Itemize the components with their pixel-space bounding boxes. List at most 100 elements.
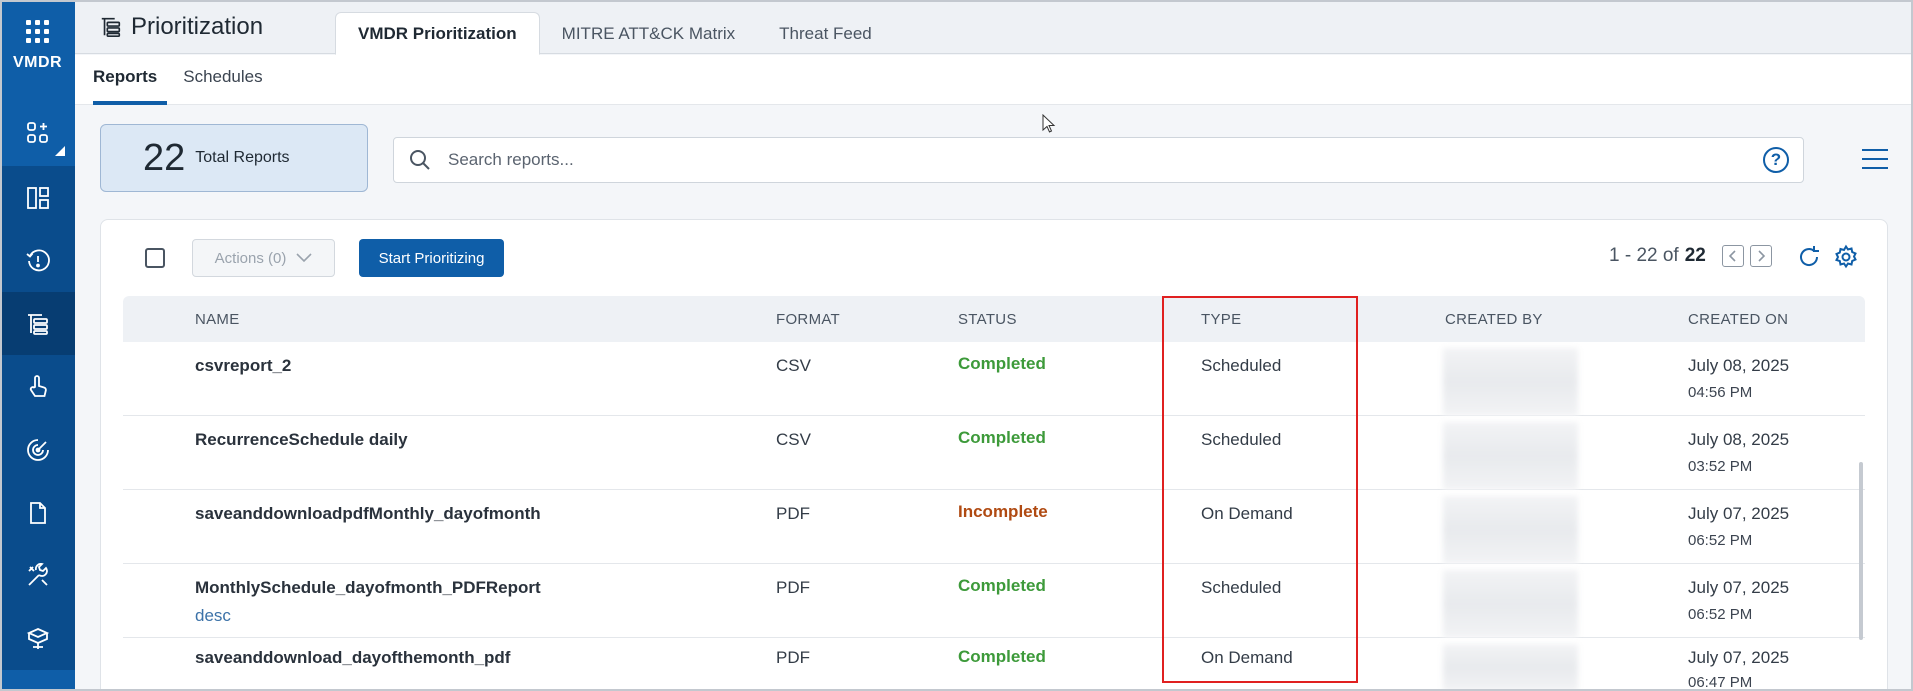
total-reports-card[interactable]: 22 Total Reports <box>100 124 368 192</box>
created-on-date: July 07, 2025 <box>1688 648 1790 667</box>
document-icon <box>29 501 46 524</box>
column-header-format[interactable]: FORMAT <box>776 311 840 328</box>
actions-label: Actions (0) <box>214 249 287 267</box>
report-status: Completed <box>958 428 1046 447</box>
created-by-redacted <box>1443 496 1578 564</box>
report-status: Completed <box>958 354 1046 373</box>
refresh-icon[interactable] <box>1796 244 1822 270</box>
pagination: 1 - 22 of 22 <box>1609 245 1772 267</box>
rail-item-package[interactable] <box>0 607 75 670</box>
report-format: CSV <box>776 356 811 375</box>
pager-range: 1 - 22 of <box>1609 245 1679 266</box>
report-name[interactable]: saveanddownloadpdfMonthly_dayofmonth <box>195 504 541 524</box>
tab-vmdr-prioritization[interactable]: VMDR Prioritization <box>335 12 540 55</box>
tab-mitre-attack-matrix[interactable]: MITRE ATT&CK Matrix <box>540 12 757 55</box>
subtab-schedules[interactable]: Schedules <box>173 55 272 105</box>
table-header: NAME FORMAT STATUS TYPE CREATED BY CREAT… <box>123 296 1865 342</box>
tab-threat-feed[interactable]: Threat Feed <box>757 12 894 55</box>
app-name-label: VMDR <box>12 54 63 71</box>
app-header: Prioritization VMDR Prioritization MITRE… <box>75 0 1913 55</box>
report-name[interactable]: RecurrenceSchedule daily <box>195 430 408 450</box>
gear-icon[interactable] <box>1833 244 1859 270</box>
sub-tabs: Reports Schedules <box>75 55 1913 105</box>
created-on-time: 06:52 PM <box>1688 532 1753 549</box>
apps-add-icon <box>26 122 48 143</box>
next-page-button[interactable] <box>1749 245 1772 267</box>
rail-item-radar[interactable] <box>0 418 75 481</box>
prioritization-icon <box>27 313 48 335</box>
report-status: Completed <box>958 647 1046 666</box>
help-icon[interactable]: ? <box>1763 147 1789 173</box>
report-format: PDF <box>776 578 810 597</box>
prioritize-clock-icon <box>25 249 50 271</box>
app-grid-icon <box>26 20 49 43</box>
page-title: Prioritization <box>99 13 263 41</box>
total-reports-count: 22 <box>143 136 186 179</box>
created-on-date: July 08, 2025 <box>1688 356 1790 375</box>
created-on-time: 03:52 PM <box>1688 458 1753 475</box>
start-prioritizing-button[interactable]: Start Prioritizing <box>359 239 504 277</box>
table-row[interactable]: MonthlySchedule_dayofmonth_PDFReport des… <box>123 564 1865 638</box>
hamburger-menu-icon[interactable] <box>1862 149 1888 169</box>
report-format: PDF <box>776 504 810 523</box>
search-icon <box>410 150 430 170</box>
column-header-status[interactable]: STATUS <box>958 311 1017 328</box>
total-reports-label: Total Reports <box>195 149 290 166</box>
type-column-highlight <box>1162 296 1358 683</box>
rail-item-prioritization[interactable] <box>0 292 75 355</box>
rail-item-dashboard[interactable] <box>0 166 75 229</box>
table-row[interactable]: saveanddownloadpdfMonthly_dayofmonth PDF… <box>123 490 1865 564</box>
column-header-created-by[interactable]: CREATED BY <box>1445 311 1543 328</box>
created-on-date: July 07, 2025 <box>1688 504 1790 523</box>
app-launcher[interactable]: VMDR <box>0 0 75 100</box>
select-all-checkbox[interactable] <box>145 248 165 268</box>
actions-dropdown[interactable]: Actions (0) <box>192 239 335 277</box>
rail-item-prioritize[interactable] <box>0 229 75 292</box>
report-name[interactable]: saveanddownload_dayofthemonth_pdf <box>195 648 510 668</box>
created-by-redacted <box>1443 348 1578 416</box>
created-on-time: 06:52 PM <box>1688 606 1753 623</box>
created-on-time: 06:47 PM <box>1688 674 1753 691</box>
created-on-time: 04:56 PM <box>1688 384 1753 401</box>
table-row[interactable]: saveanddownload_dayofthemonth_pdf PDF Co… <box>123 638 1865 691</box>
box-icon <box>26 627 49 649</box>
search-input[interactable] <box>448 150 1728 170</box>
prioritization-icon <box>101 17 121 38</box>
report-status: Completed <box>958 576 1046 595</box>
chevron-left-icon <box>1728 250 1736 262</box>
module-tabs: VMDR Prioritization MITRE ATT&CK Matrix … <box>335 12 894 55</box>
rail-item-reports[interactable] <box>0 481 75 544</box>
created-on-date: July 07, 2025 <box>1688 578 1790 597</box>
expand-triangle-icon <box>55 146 65 156</box>
rail-item-respond[interactable] <box>0 355 75 418</box>
report-name[interactable]: MonthlySchedule_dayofmonth_PDFReport <box>195 578 541 598</box>
report-format: PDF <box>776 648 810 667</box>
column-header-created-on[interactable]: CREATED ON <box>1688 311 1788 328</box>
column-header-name[interactable]: NAME <box>195 311 240 328</box>
report-status: Incomplete <box>958 502 1048 521</box>
tools-icon <box>27 562 48 586</box>
report-format: CSV <box>776 430 811 449</box>
rail-item-tools[interactable] <box>0 544 75 607</box>
subtab-reports[interactable]: Reports <box>93 55 168 105</box>
search-bar: ? <box>393 137 1804 183</box>
pager-total: 22 <box>1684 245 1706 266</box>
page-title-text: Prioritization <box>131 13 264 40</box>
chevron-right-icon <box>1758 250 1765 262</box>
radar-icon <box>26 438 49 461</box>
created-on-date: July 08, 2025 <box>1688 430 1790 449</box>
mouse-cursor-icon <box>1042 114 1056 133</box>
rail-item-apps[interactable] <box>0 100 75 166</box>
table-row[interactable]: RecurrenceSchedule daily CSV Completed S… <box>123 416 1865 490</box>
prev-page-button[interactable] <box>1721 245 1744 267</box>
report-name[interactable]: csvreport_2 <box>195 356 291 376</box>
table-row[interactable]: csvreport_2 CSV Completed Scheduled July… <box>123 342 1865 416</box>
created-by-redacted <box>1443 644 1578 691</box>
created-by-redacted <box>1443 422 1578 490</box>
created-by-redacted <box>1443 570 1578 638</box>
dashboard-icon <box>26 186 49 209</box>
table-scrollbar[interactable] <box>1859 462 1863 640</box>
report-description: desc <box>195 606 231 625</box>
chevron-down-icon <box>296 253 312 263</box>
left-nav-rail: VMDR <box>0 0 75 691</box>
